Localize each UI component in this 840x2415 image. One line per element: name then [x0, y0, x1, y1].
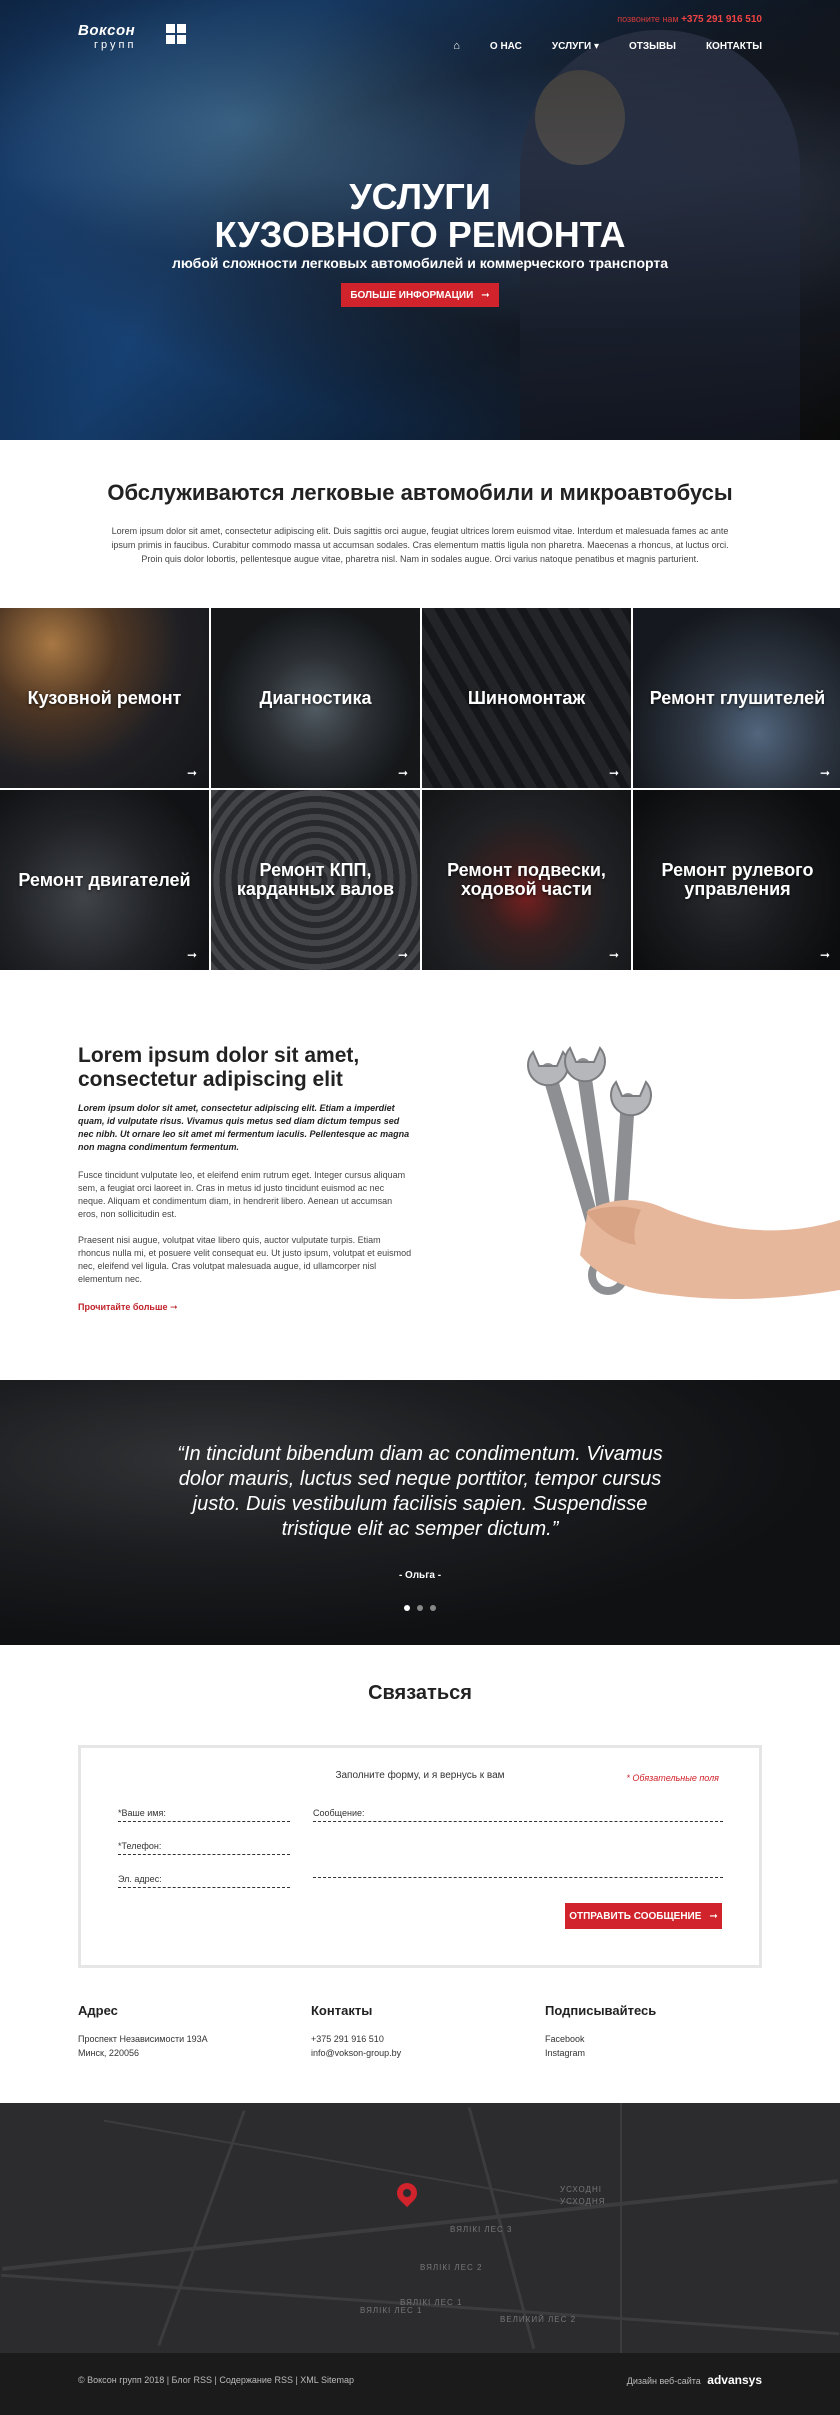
footer-address: Адрес Проспект Независимости 193А Минск,… [78, 2004, 208, 2060]
logo-text-main: Воксон [78, 22, 136, 39]
hero-section: Воксон групп позвоните нам +375 291 916 … [0, 0, 840, 440]
arrow-right-icon: ➞ [608, 766, 619, 780]
nav-services[interactable]: УСЛУГИ ▾ [552, 41, 599, 52]
service-tile-suspension[interactable]: Ремонт подвески, ходовой части ➞ [422, 790, 631, 970]
arrow-right-icon: ➞ [819, 766, 830, 780]
hero-title: УСЛУГИ КУЗОВНОГО РЕМОНТА [214, 176, 626, 255]
message-field-line2[interactable] [313, 1874, 723, 1878]
address-title: Адрес [78, 2003, 118, 2018]
location-map[interactable]: УСХОДНІ УСХОДНЯ ВЯЛІКІ ЛЕС 3 ВЯЛІКІ ЛЕС … [0, 2103, 840, 2353]
map-label: ВЯЛІКІ ЛЕС 2 [420, 2263, 483, 2272]
carousel-dot[interactable] [404, 1605, 410, 1611]
facebook-link[interactable]: Facebook [545, 2034, 585, 2044]
footer-phone-link[interactable]: +375 291 916 510 [311, 2034, 384, 2044]
map-label: ВЯЛІКІ ЛЕС 1 [360, 2306, 423, 2315]
map-label: УСХОДНІ [560, 2185, 602, 2194]
service-label: Шиномонтаж [467, 687, 586, 708]
footer-email-link[interactable]: info@vokson-group.by [311, 2048, 401, 2058]
testimonial-section: “In tincidunt bibendum diam ac condiment… [0, 1380, 840, 1645]
service-tile-engines[interactable]: Ремонт двигателей ➞ [0, 790, 209, 970]
about-section: Lorem ipsum dolor sit amet, consectetur … [0, 1040, 840, 1380]
required-note: * Обязательные поля [626, 1773, 719, 1783]
nav-about[interactable]: О НАС [490, 41, 522, 52]
map-label: ВЯЛІКІ ЛЕС 3 [450, 2225, 513, 2234]
map-pin-icon[interactable] [392, 2178, 422, 2208]
name-field[interactable]: *Ваше имя: [118, 1808, 290, 1822]
about-paragraph: Praesent nisi augue, volutpat vitae libe… [78, 1235, 412, 1284]
about-paragraph: Fusce tincidunt vulputate leo, et eleife… [78, 1170, 406, 1219]
contact-title: Связаться [368, 1682, 472, 1704]
arrow-right-icon: ➞ [819, 948, 830, 962]
service-tile-body-repair[interactable]: Кузовной ремонт ➞ [0, 608, 209, 788]
intro-section: Обслуживаются легковые автомобили и микр… [0, 480, 840, 566]
arrow-right-icon: ➞ [397, 948, 408, 962]
map-label: УСХОДНЯ [560, 2197, 606, 2206]
home-icon[interactable]: ⌂ [453, 40, 460, 52]
nav-contacts[interactable]: КОНТАКТЫ [706, 41, 762, 52]
service-label: Диагностика [259, 687, 372, 708]
phone-label: позвоните нам [617, 14, 679, 24]
more-info-button[interactable]: БОЛЬШЕ ИНФОРМАЦИИ ➞ [341, 283, 499, 307]
logo-text-sub: групп [94, 39, 137, 51]
phone-field[interactable]: *Телефон: [118, 1841, 290, 1855]
service-label: Ремонт КПП, карданных валов [236, 860, 395, 899]
read-more-link[interactable]: Прочитайте больше ➞ [78, 1302, 178, 1313]
header-phone[interactable]: позвоните нам +375 291 916 510 [617, 14, 762, 25]
instagram-link[interactable]: Instagram [545, 2048, 585, 2058]
arrow-right-icon: ➞ [481, 289, 490, 301]
service-tile-gearbox[interactable]: Ремонт КПП, карданных валов ➞ [211, 790, 420, 970]
service-label: Ремонт глушителей [649, 687, 826, 708]
arrow-right-icon: ➞ [709, 1910, 718, 1922]
service-label: Ремонт рулевого управления [661, 860, 814, 899]
hero-subtitle: любой сложности легковых автомобилей и к… [171, 255, 669, 271]
send-message-button[interactable]: ОТПРАВИТЬ СООБЩЕНИЕ ➞ [565, 1903, 722, 1929]
footer-subscribe: Подписывайтесь Facebook Instagram [545, 2004, 656, 2060]
service-tile-tires[interactable]: Шиномонтаж ➞ [422, 608, 631, 788]
main-nav: ⌂ О НАС УСЛУГИ ▾ ОТЗЫВЫ КОНТАКТЫ [453, 40, 762, 52]
carousel-dot[interactable] [417, 1605, 423, 1611]
about-lead: Lorem ipsum dolor sit amet, consectetur … [78, 1103, 410, 1152]
service-tile-diagnostics[interactable]: Диагностика ➞ [211, 608, 420, 788]
address-line: Минск, 220056 [78, 2048, 139, 2058]
intro-text: Lorem ipsum dolor sit amet, consectetur … [111, 526, 729, 564]
intro-title: Обслуживаются легковые автомобили и микр… [107, 480, 733, 505]
service-label: Ремонт подвески, ходовой части [447, 860, 606, 899]
wrenches-image [478, 1040, 840, 1340]
address-line: Проспект Независимости 193А [78, 2034, 208, 2044]
service-label: Кузовной ремонт [27, 687, 182, 708]
bottom-bar: © Воксон групп 2018 | Блог RSS | Содержа… [0, 2353, 840, 2415]
arrow-right-icon: ➞ [397, 766, 408, 780]
contact-form: Заполните форму, и я вернусь к вам * Обя… [78, 1745, 762, 1968]
logo-squares-icon [166, 24, 186, 44]
site-logo[interactable]: Воксон групп [78, 22, 186, 51]
about-title: Lorem ipsum dolor sit amet, consectetur … [78, 1044, 360, 1091]
designer-logo: advansys [707, 2373, 762, 2387]
arrow-right-icon: ➞ [186, 766, 197, 780]
contacts-title: Контакты [311, 2003, 373, 2018]
subscribe-title: Подписывайтесь [545, 2003, 657, 2018]
service-label: Ремонт двигателей [18, 869, 191, 890]
phone-number: +375 291 916 510 [681, 14, 762, 25]
arrow-right-icon: ➞ [186, 948, 197, 962]
arrow-right-icon: ➞ [608, 948, 619, 962]
nav-reviews[interactable]: ОТЗЫВЫ [629, 41, 676, 52]
message-field[interactable]: Сообщение: [313, 1808, 723, 1822]
copyright-links[interactable]: © Воксон групп 2018 | Блог RSS | Содержа… [78, 2375, 354, 2385]
service-tile-mufflers[interactable]: Ремонт глушителей ➞ [633, 608, 840, 788]
email-field[interactable]: Эл. адрес: [118, 1874, 290, 1888]
designer-credit[interactable]: Дизайн веб-сайта advansys [627, 2373, 762, 2387]
carousel-dots [0, 1605, 840, 1611]
arrow-right-icon: ➞ [169, 1302, 178, 1312]
testimonial-quote: “In tincidunt bibendum diam ac condiment… [177, 1443, 663, 1540]
testimonial-author: - Ольга - [398, 1570, 442, 1581]
carousel-dot[interactable] [430, 1605, 436, 1611]
service-tile-steering[interactable]: Ремонт рулевого управления ➞ [633, 790, 840, 970]
footer-contacts: Контакты +375 291 916 510 info@vokson-gr… [311, 2004, 401, 2060]
map-label: ВЕЛИКИЙ ЛЕС 2 [500, 2315, 577, 2324]
services-grid: Кузовной ремонт ➞ Диагностика ➞ Шиномонт… [0, 608, 840, 970]
